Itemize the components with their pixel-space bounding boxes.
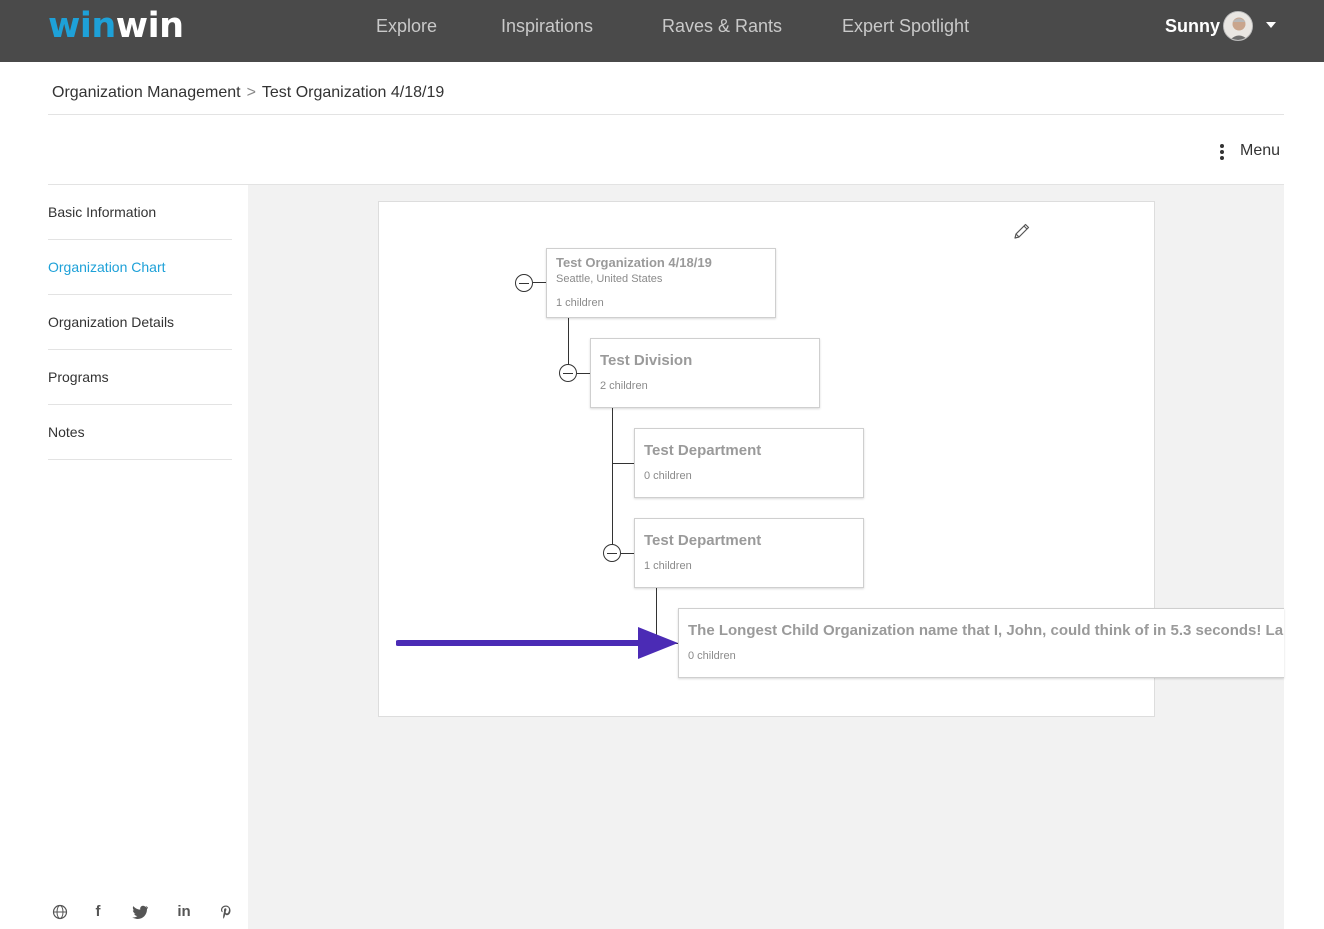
- org-node-title: Test Department: [644, 442, 762, 459]
- breadcrumb-separator: >: [246, 84, 256, 101]
- breadcrumb-root[interactable]: Organization Management: [52, 84, 241, 101]
- connector-line: [612, 408, 613, 553]
- chevron-down-icon[interactable]: [1266, 22, 1276, 28]
- org-node-root[interactable]: Test Organization 4/18/19 Seattle, Unite…: [546, 248, 776, 318]
- org-node-division[interactable]: Test Division 2 children: [590, 338, 820, 408]
- avatar-icon: [1224, 12, 1252, 40]
- org-node-title: Test Organization 4/18/19: [556, 255, 712, 270]
- org-node-children-count: 2 children: [600, 380, 648, 392]
- globe-icon[interactable]: [50, 902, 70, 922]
- logo-part-2: win: [115, 6, 184, 46]
- org-node-department[interactable]: Test Department 0 children: [634, 428, 864, 498]
- menu-label: Menu: [1240, 142, 1281, 159]
- annotation-arrow-icon: [396, 627, 678, 659]
- twitter-icon[interactable]: [130, 902, 150, 922]
- nav-expert-spotlight[interactable]: Expert Spotlight: [842, 16, 969, 37]
- sidebar-item-organization-details[interactable]: Organization Details: [48, 295, 232, 350]
- nav-raves-rants[interactable]: Raves & Rants: [662, 16, 782, 37]
- nav-inspirations[interactable]: Inspirations: [501, 16, 593, 37]
- pinterest-icon[interactable]: [216, 902, 236, 922]
- user-name: Sunny: [1165, 16, 1221, 36]
- connector-line: [577, 373, 591, 374]
- org-node-department[interactable]: Test Department 1 children: [634, 518, 864, 588]
- sidebar-item-programs[interactable]: Programs: [48, 350, 232, 405]
- facebook-icon[interactable]: f: [88, 902, 108, 922]
- org-node-children-count: 1 children: [644, 560, 692, 572]
- breadcrumb-current: Test Organization 4/18/19: [261, 84, 445, 101]
- pencil-icon[interactable]: [1012, 221, 1032, 241]
- logo-part-1: win: [48, 6, 116, 46]
- breadcrumb: Organization Management > Test Organizatio…: [52, 84, 444, 102]
- org-node-title: Test Department: [644, 532, 762, 549]
- connector-line: [533, 282, 547, 283]
- linkedin-icon[interactable]: in: [174, 902, 194, 922]
- org-node-title: The Longest Child Organization name that…: [688, 622, 1284, 639]
- collapse-toggle-icon[interactable]: [603, 544, 621, 562]
- sidebar-item-notes[interactable]: Notes: [48, 405, 232, 460]
- org-node-title: Test Division: [600, 352, 693, 369]
- connector-line: [621, 553, 635, 554]
- org-node-children-count: 0 children: [644, 470, 692, 482]
- divider: [48, 114, 1284, 115]
- org-node-location: Seattle, United States: [556, 273, 663, 285]
- org-node-children-count: 1 children: [556, 297, 604, 309]
- sidebar-item-organization-chart[interactable]: Organization Chart: [48, 240, 232, 295]
- kebab-icon: [1220, 144, 1224, 160]
- collapse-toggle-icon[interactable]: [515, 274, 533, 292]
- winwin-logo[interactable]: winwin: [48, 4, 184, 48]
- org-node-children-count: 0 children: [688, 650, 736, 662]
- collapse-toggle-icon[interactable]: [559, 364, 577, 382]
- avatar[interactable]: [1223, 11, 1253, 41]
- sidebar-item-basic-information[interactable]: Basic Information: [48, 185, 232, 240]
- top-navigation-bar: winwin Explore Inspirations Raves & Rant…: [0, 0, 1324, 62]
- connector-line: [612, 463, 635, 464]
- nav-explore[interactable]: Explore: [376, 16, 437, 37]
- org-node-longest-child[interactable]: The Longest Child Organization name that…: [678, 608, 1284, 678]
